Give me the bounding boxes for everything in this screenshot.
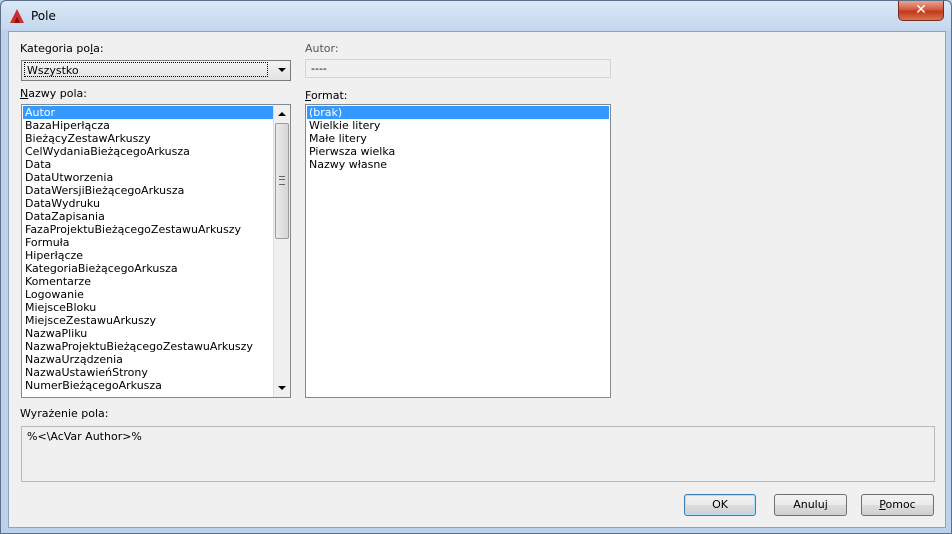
format-list: (brak) Wielkie litery Małe litery Pierwsza …: [307, 106, 609, 171]
field-names-listbox[interactable]: Autor BazaHiperłącza BieżącyZestawArkuszy C…: [21, 104, 291, 398]
list-item[interactable]: MiejsceBloku: [23, 301, 273, 314]
cancel-button[interactable]: Anuluj: [774, 494, 847, 516]
dialog-window: Pole ✕ Kategoria pola: Wszystko Autor: -…: [0, 0, 952, 534]
scrollbar-thumb[interactable]: [275, 123, 289, 239]
format-listbox[interactable]: (brak) Wielkie litery Małe litery Pierwsza …: [305, 104, 611, 398]
list-item[interactable]: NazwaProjektuBieżącegoZestawuArkuszy: [23, 340, 273, 353]
field-names-scrollbar[interactable]: [273, 105, 290, 397]
author-value-field: ----: [305, 59, 611, 78]
list-item[interactable]: Nazwy własne: [307, 158, 609, 171]
list-item[interactable]: BieżącyZestawArkuszy: [23, 132, 273, 145]
list-item[interactable]: KategoriaBieżącegoArkusza: [23, 262, 273, 275]
list-item[interactable]: MiejsceZestawuArkuszy: [23, 314, 273, 327]
list-item[interactable]: NumerBieżącegoArkusza: [23, 379, 273, 392]
category-dropdown[interactable]: Wszystko: [21, 60, 291, 81]
list-item[interactable]: DataUtworzenia: [23, 171, 273, 184]
list-item[interactable]: Wielkie litery: [307, 119, 609, 132]
help-button[interactable]: Pomoc: [861, 494, 934, 516]
list-item[interactable]: BazaHiperłącza: [23, 119, 273, 132]
list-item[interactable]: Małe litery: [307, 132, 609, 145]
list-item[interactable]: NazwaUrządzenia: [23, 353, 273, 366]
field-names-list: Autor BazaHiperłącza BieżącyZestawArkuszy C…: [23, 106, 273, 392]
list-item[interactable]: NazwaPliku: [23, 327, 273, 340]
scroll-up-arrow-icon[interactable]: [274, 105, 290, 122]
expression-field[interactable]: %<\AcVar Author>%: [21, 426, 935, 482]
list-item[interactable]: DataZapisania: [23, 210, 273, 223]
list-item[interactable]: Pierwsza wielka: [307, 145, 609, 158]
list-item[interactable]: Hiperłącze: [23, 249, 273, 262]
format-label: Format:: [305, 89, 348, 102]
dialog-body: Kategoria pola: Wszystko Autor: ---- Naz…: [8, 31, 946, 528]
list-item[interactable]: DataWydruku: [23, 197, 273, 210]
list-item[interactable]: FazaProjektuBieżącegoZestawuArkuszy: [23, 223, 273, 236]
autocad-a-icon: [10, 9, 24, 23]
list-item[interactable]: Komentarze: [23, 275, 273, 288]
grip-icon: [279, 176, 285, 185]
author-label: Autor:: [305, 42, 339, 55]
close-button[interactable]: ✕: [898, 1, 944, 21]
list-item[interactable]: NazwaUstawieńStrony: [23, 366, 273, 379]
expression-label: Wyrażenie pola:: [20, 407, 109, 420]
scroll-down-arrow-icon[interactable]: [274, 380, 290, 397]
list-item[interactable]: Data: [23, 158, 273, 171]
list-item[interactable]: (brak): [307, 106, 609, 119]
list-item[interactable]: DataWersjiBieżącegoArkusza: [23, 184, 273, 197]
title-bar[interactable]: Pole ✕: [1, 1, 951, 31]
list-item[interactable]: Autor: [23, 106, 273, 119]
category-dropdown-value: Wszystko: [24, 62, 268, 77]
chevron-down-icon: [278, 68, 286, 72]
field-names-label: Nazwy pola:: [20, 87, 87, 100]
category-label: Kategoria pola:: [20, 42, 104, 55]
window-title: Pole: [31, 9, 56, 23]
list-item[interactable]: CelWydaniaBieżącegoArkusza: [23, 145, 273, 158]
list-item[interactable]: Logowanie: [23, 288, 273, 301]
list-item[interactable]: Formuła: [23, 236, 273, 249]
ok-button[interactable]: OK: [684, 494, 756, 516]
